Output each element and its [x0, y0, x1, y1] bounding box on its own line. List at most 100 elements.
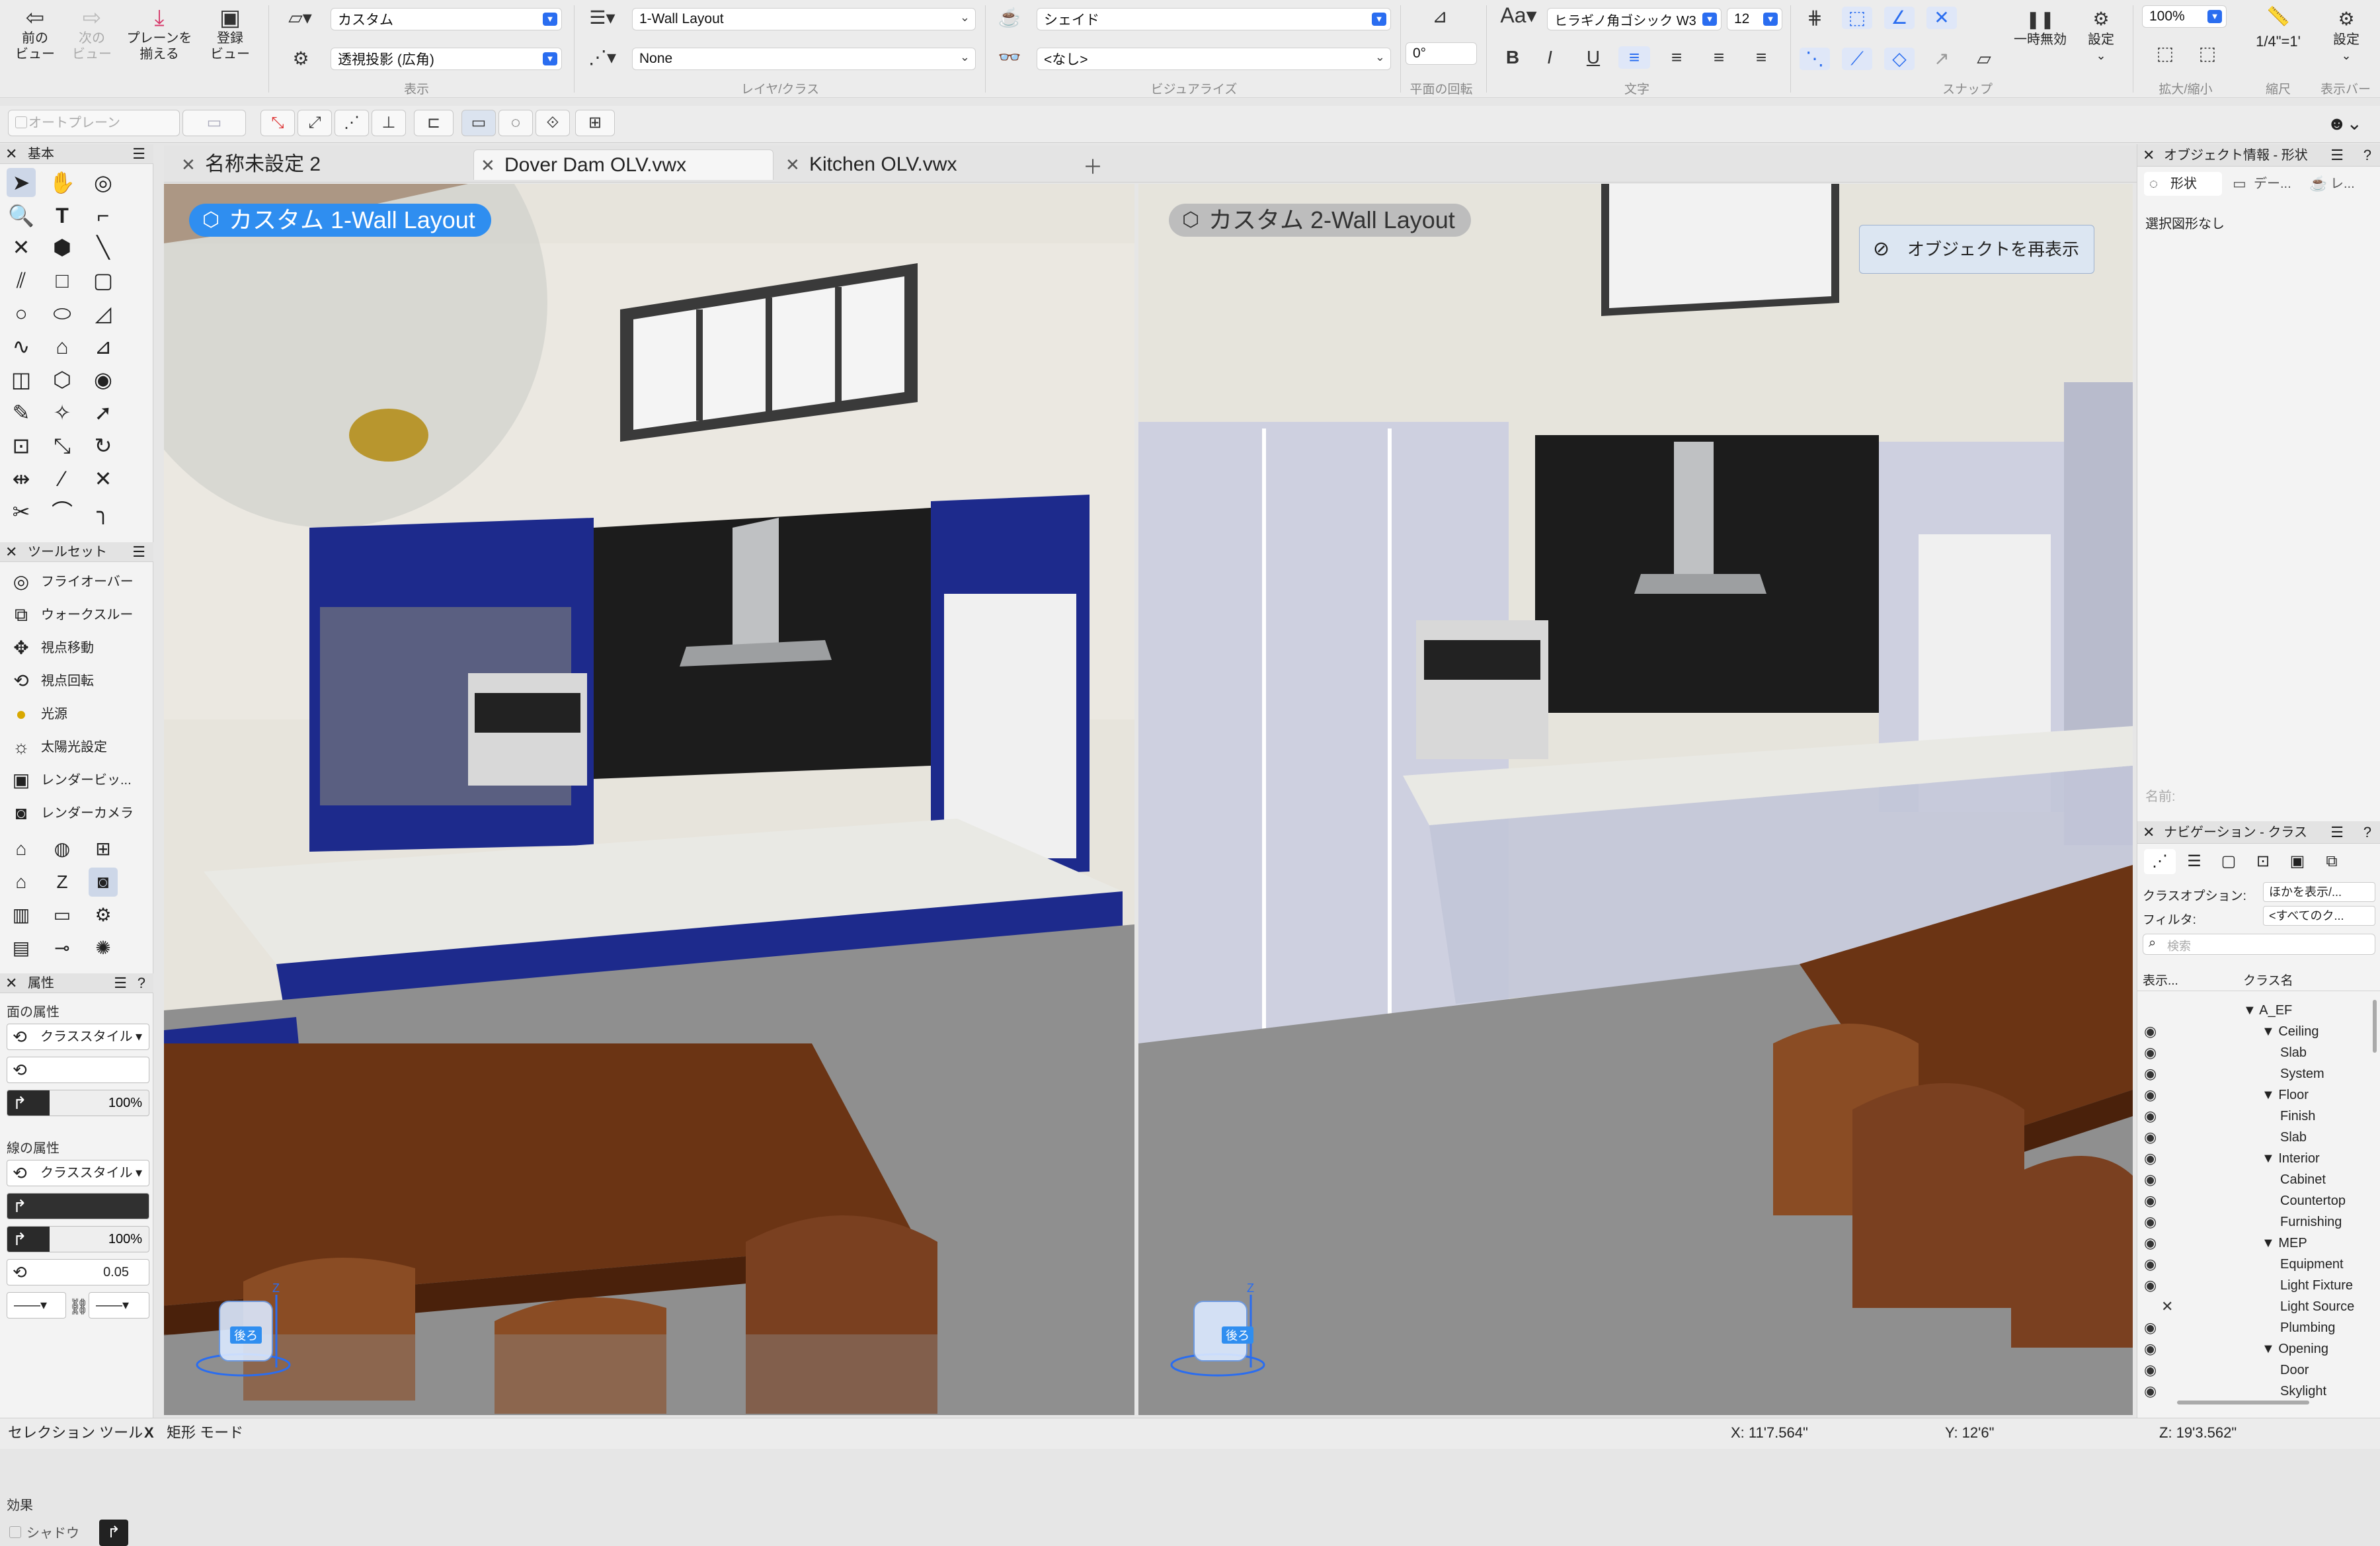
references-tab-icon[interactable]: ⧉ [2316, 849, 2348, 874]
reshape-tool-icon[interactable]: ⊡ [7, 431, 36, 460]
visibility-tool-icon[interactable]: ➚ [89, 398, 118, 427]
mode-multi-icon[interactable]: ⋰ [335, 110, 369, 136]
mode-disable-icon[interactable]: ⤡ [260, 110, 295, 136]
ruler-icon[interactable]: 📏 [2258, 5, 2298, 28]
zoom-tool-icon[interactable]: 🔍 [7, 201, 36, 230]
arc-tool-icon[interactable]: ◿ [89, 299, 118, 328]
furniture-icon[interactable]: ▤ [7, 934, 36, 963]
lasso-mode-icon[interactable]: ◌ [498, 110, 533, 136]
layers-tab-icon[interactable]: ☰ [2178, 849, 2210, 874]
working-plane-snap-icon[interactable]: ▱ [1969, 48, 1999, 70]
close-icon[interactable]: ✕ [181, 149, 196, 180]
layers-icon[interactable]: ☰▾ [582, 7, 623, 29]
mirror-tool-icon[interactable]: ⇹ [7, 464, 36, 493]
layer-select[interactable]: 1-Wall Layout ⌄ [632, 8, 976, 30]
face-icon[interactable]: ☻⌄ [2327, 112, 2362, 134]
viewports-tab-icon[interactable]: ⊡ [2247, 849, 2279, 874]
menu-icon[interactable]: ☰ [2330, 144, 2344, 167]
building-shell-icon[interactable]: ⌂ [7, 834, 36, 864]
spiral-tool-icon[interactable]: ◉ [89, 365, 118, 394]
snap-surface-icon[interactable]: ◇ [1884, 48, 1915, 70]
projection-select[interactable]: 透視投影 (広角) ▼ [331, 48, 562, 70]
teapot-icon[interactable]: ☕ [992, 7, 1027, 29]
snap-pause-button[interactable]: ❚❚ 一時無効 [2007, 7, 2073, 48]
circle-tool-icon[interactable]: ○ [7, 299, 36, 328]
snap-intersection-icon[interactable]: ✕ [1926, 7, 1957, 29]
class-row[interactable]: ◉ Finish [2137, 1106, 2380, 1127]
viewport-2-wall-layout[interactable]: ⬡ カスタム 2-Wall Layout ⊘ オブジェクトを再表示 後ろ Z [1138, 184, 2133, 1415]
eye-icon[interactable]: ◉ [2144, 1233, 2157, 1254]
magic-wand-tool-icon[interactable]: ✧ [48, 398, 77, 427]
eye-icon[interactable]: ◉ [2144, 1063, 2157, 1084]
class-row[interactable]: ◉ Furnishing [2137, 1211, 2380, 1233]
class-row[interactable]: ◉ ▼ Floor [2137, 1084, 2380, 1106]
tab-shape[interactable]: ◌ 形状 [2144, 172, 2222, 196]
visual-preset-select[interactable]: <なし> ⌄ [1037, 48, 1391, 70]
align-planes-button[interactable]: ⤓ プレーンを 揃える [123, 5, 196, 62]
class-row[interactable]: ◉ ▼ Opening [2137, 1338, 2380, 1360]
class-select[interactable]: None ⌄ [632, 48, 976, 70]
snap-smart-edge-icon[interactable]: ↗ [1926, 48, 1957, 70]
class-row[interactable]: ▼ A_EF [2137, 1000, 2380, 1021]
globe-icon[interactable]: ◍ [48, 834, 77, 864]
text-tool-icon[interactable]: T [48, 201, 77, 230]
machine-icon[interactable]: ⚙ [89, 901, 118, 930]
menu-icon[interactable]: ☰ [132, 144, 145, 164]
class-row[interactable]: ◉ Plumbing [2137, 1317, 2380, 1338]
eye-icon[interactable]: ◉ [2144, 1042, 2157, 1063]
eye-icon[interactable]: ◉ [2144, 1211, 2157, 1233]
snap-angle-icon[interactable]: ∠ [1884, 7, 1915, 29]
class-row[interactable]: ◉ Light Fixture [2137, 1275, 2380, 1296]
wall-tool-icon[interactable]: ◫ [7, 365, 36, 394]
locus-tool-icon[interactable]: ✕ [7, 233, 36, 262]
rotate-tool-icon[interactable]: ↻ [89, 431, 118, 460]
hidden-icon[interactable]: ✕ [2161, 1296, 2173, 1317]
render-mode-select[interactable]: シェイド ▼ [1037, 8, 1391, 30]
class-row[interactable]: ◉ Slab [2137, 1127, 2380, 1148]
eye-icon[interactable]: ◉ [2144, 1021, 2157, 1042]
close-icon[interactable]: ✕ [5, 542, 17, 562]
menu-icon[interactable]: ☰ [132, 542, 145, 562]
font-select[interactable]: ヒラギノ角ゴシック W3 ▼ [1547, 8, 1722, 30]
bold-icon[interactable]: B [1498, 46, 1527, 69]
mode-axis-icon[interactable]: ⊥ [372, 110, 406, 136]
toolset-item-rotate-view[interactable]: ⟲ 視点回転 [8, 667, 94, 696]
help-icon[interactable]: ? [2363, 821, 2371, 844]
eyedropper-tool-icon[interactable]: ✎ [7, 398, 36, 427]
fastener-icon[interactable]: ⊸ [48, 934, 77, 963]
toolset-item-render-bitmap[interactable]: ▣ レンダービッ... [8, 766, 132, 795]
eye-icon[interactable]: ◉ [2144, 1190, 2157, 1211]
cube-face-back[interactable]: 後ろ [1222, 1326, 1253, 1344]
class-row[interactable]: ◉ ▼ Ceiling [2137, 1021, 2380, 1042]
fill-style-select[interactable]: ⟲ クラススタイル ▾ [7, 1024, 149, 1050]
line-style-select[interactable]: ⟲ クラススタイル ▾ [7, 1160, 149, 1186]
class-icon[interactable]: ⋰▾ [582, 46, 623, 69]
next-view-button[interactable]: ⇨ 次の ビュー [66, 5, 118, 62]
new-tab-button[interactable]: ＋ [1083, 151, 1103, 180]
fillet-tool-icon[interactable]: ╮ [89, 497, 118, 526]
help-icon[interactable]: ? [138, 973, 145, 993]
sheet-layers-tab-icon[interactable]: ▢ [2213, 849, 2244, 874]
class-row[interactable]: ◉ Skylight [2137, 1381, 2380, 1402]
view-cube-1[interactable]: 後ろ Z [190, 1275, 303, 1387]
connect-tool-icon[interactable]: ⌒ [48, 497, 77, 526]
fill-color-field[interactable]: ⟲ [7, 1057, 149, 1083]
oval-tool-icon[interactable]: ⬭ [48, 299, 77, 328]
freehand-tool-icon[interactable]: ∿ [7, 332, 36, 361]
toolset-item-walkthrough[interactable]: ⧉ ウォークスルー [8, 600, 133, 630]
previous-view-button[interactable]: ⇦ 前の ビュー [9, 5, 61, 62]
zoom-select[interactable]: 100% ▼ [2142, 5, 2227, 28]
clip-tool-icon[interactable]: ✂ [7, 497, 36, 526]
font-menu-button[interactable]: Aa▾ [1495, 4, 1542, 26]
fit-to-page-icon[interactable]: ⬚ [2192, 42, 2223, 65]
line-tool-icon[interactable]: ╲ [89, 233, 118, 262]
viewport-label-2[interactable]: ⬡ カスタム 2-Wall Layout [1169, 204, 1471, 237]
pan-tool-icon[interactable]: ✋ [48, 168, 77, 197]
align-center-icon[interactable]: ≡ [1661, 46, 1692, 69]
eye-icon[interactable]: ◉ [2144, 1338, 2157, 1360]
class-row[interactable]: ◉ ▼ MEP [2137, 1233, 2380, 1254]
line-weight-field[interactable]: ⟲ 0.05 [7, 1259, 149, 1285]
gear-icon[interactable]: ✺ [89, 934, 118, 963]
shadow-settings-button[interactable]: ↱ [99, 1520, 128, 1546]
font-size-select[interactable]: 12 ▼ [1727, 8, 1782, 30]
